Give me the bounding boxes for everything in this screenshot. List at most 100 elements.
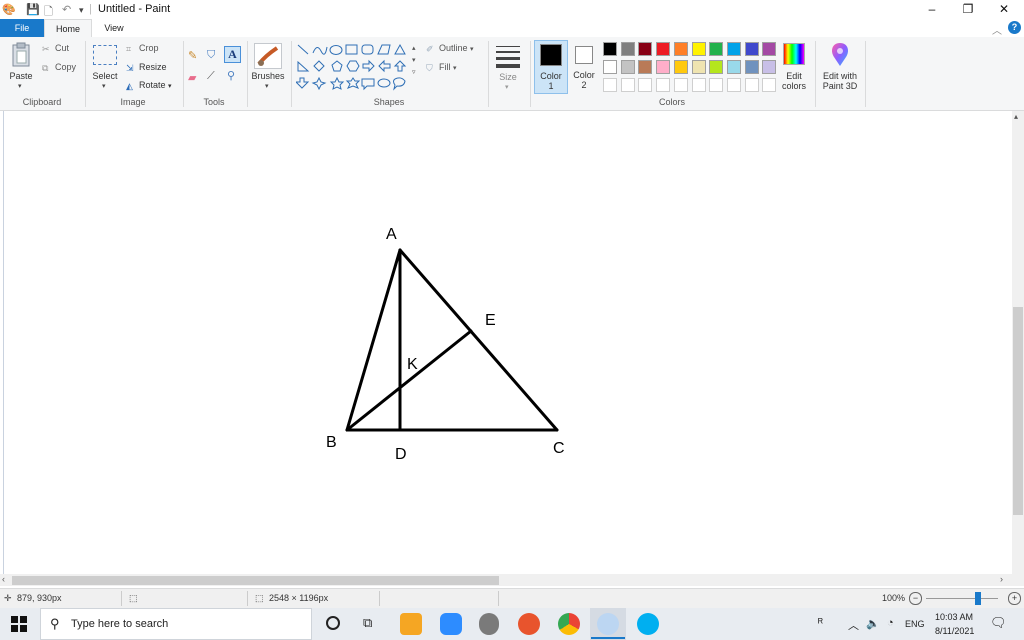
palette-swatch[interactable] bbox=[691, 60, 706, 74]
taskbar-search-box[interactable]: ⚲ Type here to search bbox=[40, 608, 312, 640]
text-tool-icon[interactable]: A bbox=[224, 46, 241, 63]
palette-swatch[interactable] bbox=[691, 78, 706, 92]
network-icon[interactable]: ◔ bbox=[887, 617, 894, 629]
palette-swatch[interactable] bbox=[762, 78, 777, 92]
eraser-icon[interactable]: ▰ bbox=[188, 71, 202, 85]
fill-button[interactable]: ⛉ Fill ▾ bbox=[426, 62, 457, 73]
edit-colors-button[interactable]: Edit colors bbox=[776, 71, 812, 91]
paint-taskbar-icon[interactable] bbox=[597, 613, 619, 635]
crop-button[interactable]: ⌗ Crop bbox=[126, 43, 159, 54]
palette-swatch[interactable] bbox=[744, 42, 759, 56]
copy-button[interactable]: ⧉ Copy bbox=[42, 62, 76, 73]
paste-icon[interactable] bbox=[10, 42, 32, 68]
zoom-app-icon[interactable] bbox=[440, 613, 462, 635]
zoom-in-button[interactable]: + bbox=[1008, 592, 1021, 605]
palette-swatch[interactable] bbox=[691, 42, 706, 56]
cut-button[interactable]: ✂ Cut bbox=[42, 43, 69, 54]
horizontal-scroll-thumb[interactable] bbox=[12, 576, 499, 585]
paste-dropdown-icon[interactable]: ▾ bbox=[18, 82, 22, 90]
palette-swatch[interactable] bbox=[673, 60, 688, 74]
recorder-icon[interactable] bbox=[479, 613, 499, 635]
palette-swatch[interactable] bbox=[744, 60, 759, 74]
color2-selector[interactable]: Color 2 bbox=[570, 40, 600, 94]
brushes-dropdown-icon[interactable]: ▾ bbox=[265, 82, 269, 90]
resize-button[interactable]: ⇲ Resize bbox=[126, 62, 167, 73]
drawing-canvas[interactable]: A B C D E K bbox=[0, 111, 1012, 574]
clock-date[interactable]: 8/11/2021 bbox=[935, 626, 974, 636]
restore-button[interactable]: ❐ bbox=[950, 0, 986, 19]
edit-colors-icon[interactable] bbox=[783, 43, 805, 65]
palette-swatch[interactable] bbox=[620, 60, 635, 74]
palette-swatch[interactable] bbox=[709, 60, 724, 74]
tab-home[interactable]: Home bbox=[44, 19, 92, 37]
palette-swatch[interactable] bbox=[620, 78, 635, 92]
palette-swatch[interactable] bbox=[656, 42, 671, 56]
minimize-button[interactable]: – bbox=[914, 0, 950, 19]
input-language[interactable]: ENG bbox=[905, 619, 925, 629]
vertical-scroll-thumb[interactable] bbox=[1013, 307, 1023, 515]
undo-icon[interactable]: ↶ bbox=[62, 3, 71, 16]
task-view-icon[interactable]: ⧉ bbox=[363, 615, 372, 631]
shapes-scroll-icon[interactable]: ▴ ▾ ▿ bbox=[412, 43, 420, 91]
customize-quick-access-icon[interactable]: ▾ bbox=[79, 5, 84, 16]
help-icon[interactable]: ? bbox=[1008, 21, 1021, 34]
shapes-gallery[interactable] bbox=[294, 43, 412, 91]
cortana-icon[interactable] bbox=[326, 616, 340, 630]
select-icon[interactable] bbox=[93, 45, 117, 65]
palette-swatch[interactable] bbox=[656, 78, 671, 92]
paint-app-icon[interactable]: 🎨 bbox=[2, 3, 16, 16]
zoom-slider-thumb[interactable] bbox=[974, 592, 981, 605]
palette-swatch[interactable] bbox=[638, 42, 653, 56]
people-icon[interactable]: ᴿ bbox=[818, 617, 823, 629]
close-button[interactable]: ✕ bbox=[986, 0, 1022, 19]
palette-swatch[interactable] bbox=[726, 60, 741, 74]
size-dropdown-icon[interactable]: ▾ bbox=[505, 83, 509, 91]
edit-with-paint3d-button[interactable]: Edit with Paint 3D bbox=[818, 71, 862, 91]
skype-icon[interactable] bbox=[637, 613, 659, 635]
palette-swatch[interactable] bbox=[726, 42, 741, 56]
size-button[interactable]: Size bbox=[492, 72, 524, 82]
save-icon[interactable]: 💾 bbox=[26, 3, 40, 16]
palette-swatch[interactable] bbox=[673, 78, 688, 92]
tab-file[interactable]: File bbox=[0, 19, 44, 37]
palette-swatch[interactable] bbox=[638, 78, 653, 92]
palette-swatch[interactable] bbox=[603, 78, 617, 92]
paint3d-icon[interactable] bbox=[828, 42, 852, 68]
paste-button[interactable]: Paste bbox=[6, 71, 36, 81]
notification-icon[interactable]: 🗨 bbox=[990, 615, 1007, 631]
clock-time[interactable]: 10:03 AM bbox=[935, 612, 973, 622]
rotate-button[interactable]: ◭ Rotate ▾ bbox=[126, 80, 172, 91]
palette-swatch[interactable] bbox=[762, 60, 777, 74]
fill-bucket-icon[interactable]: ⛉ bbox=[207, 49, 221, 63]
palette-swatch[interactable] bbox=[709, 78, 724, 92]
palette-swatch[interactable] bbox=[603, 60, 617, 74]
palette-swatch[interactable] bbox=[744, 78, 759, 92]
palette-swatch[interactable] bbox=[638, 60, 653, 74]
scroll-left-icon[interactable]: ‹ bbox=[2, 574, 5, 584]
pencil-icon[interactable]: ✎ bbox=[188, 49, 202, 63]
magnifier-icon[interactable]: ⚲ bbox=[227, 69, 241, 83]
volume-icon[interactable]: 🔈 bbox=[866, 617, 880, 630]
select-button[interactable]: Select bbox=[88, 71, 122, 81]
tab-view[interactable]: View bbox=[92, 19, 136, 37]
palette-swatch[interactable] bbox=[709, 42, 724, 56]
store-icon[interactable] bbox=[400, 613, 422, 635]
scroll-right-icon[interactable]: › bbox=[1000, 574, 1003, 584]
select-dropdown-icon[interactable]: ▾ bbox=[102, 82, 106, 90]
media-player-icon[interactable] bbox=[518, 613, 540, 635]
palette-swatch[interactable] bbox=[620, 42, 635, 56]
palette-swatch[interactable] bbox=[656, 60, 671, 74]
windows-start-icon[interactable] bbox=[11, 616, 27, 632]
zoom-out-button[interactable]: − bbox=[909, 592, 922, 605]
palette-swatch[interactable] bbox=[603, 42, 617, 56]
scroll-up-icon[interactable]: ▴ bbox=[1014, 112, 1018, 121]
zoom-slider-track[interactable] bbox=[926, 598, 998, 599]
size-icon[interactable] bbox=[495, 44, 521, 70]
show-hidden-icons-icon[interactable]: ︿ bbox=[848, 617, 859, 633]
palette-swatch[interactable] bbox=[762, 42, 777, 56]
color1-selector[interactable]: Color 1 bbox=[534, 40, 568, 94]
chrome-icon[interactable] bbox=[558, 613, 580, 635]
brushes-icon[interactable] bbox=[254, 43, 282, 69]
palette-swatch[interactable] bbox=[726, 78, 741, 92]
brushes-button[interactable]: Brushes bbox=[250, 71, 286, 81]
